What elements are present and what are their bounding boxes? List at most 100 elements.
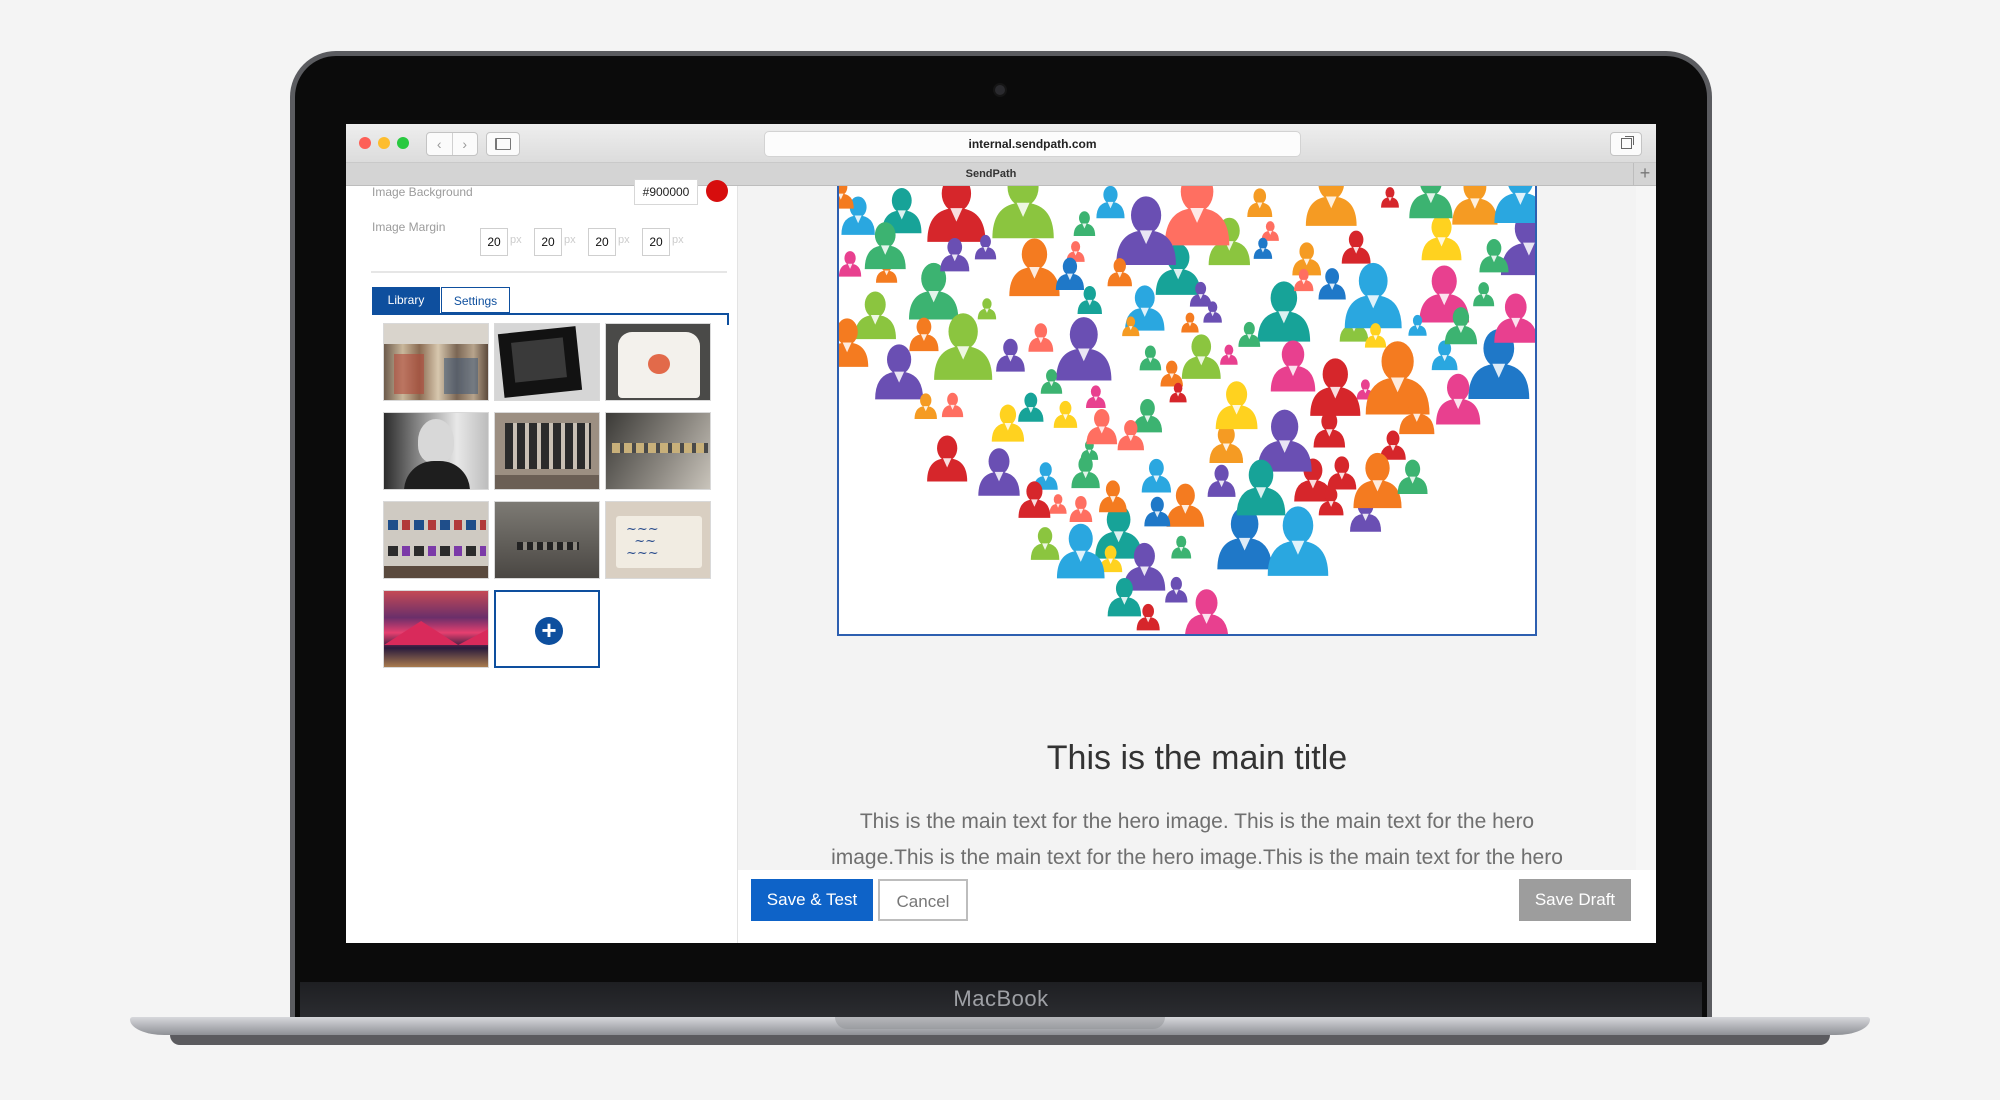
section-divider — [371, 271, 727, 273]
history-nav: ‹ › — [426, 132, 478, 156]
margin-right-input[interactable]: 20 — [534, 228, 562, 256]
library-image[interactable]: ~~~ ~~ ~~~ — [605, 501, 711, 579]
laptop-chin: MacBook — [300, 982, 1702, 1017]
person-icon — [1055, 257, 1085, 290]
person-icon — [940, 237, 970, 272]
main-text[interactable]: This is the main text for the hero image… — [818, 804, 1576, 870]
person-icon — [1397, 459, 1428, 494]
margin-bottom-input[interactable]: 20 — [588, 228, 616, 256]
person-icon — [978, 448, 1020, 496]
person-icon — [1166, 483, 1205, 527]
add-icon: + — [535, 617, 563, 645]
person-icon — [1207, 464, 1236, 497]
person-icon — [1247, 188, 1273, 218]
person-icon — [1344, 262, 1402, 329]
person-icon — [1217, 506, 1272, 570]
hero-image[interactable] — [837, 186, 1537, 636]
library-image[interactable] — [494, 501, 600, 579]
image-margin-label: Image Margin — [372, 220, 446, 234]
image-background-input[interactable]: #900000 — [634, 179, 698, 205]
person-icon — [992, 186, 1054, 239]
person-icon — [1479, 239, 1509, 273]
person-icon — [1473, 282, 1495, 307]
margin-left-unit: px — [672, 234, 684, 246]
person-icon — [1053, 400, 1078, 428]
person-icon — [941, 392, 964, 418]
save-draft-button[interactable]: Save Draft — [1519, 879, 1631, 921]
library-image[interactable] — [494, 412, 600, 490]
person-icon — [1238, 321, 1261, 347]
person-icon — [1181, 334, 1221, 379]
person-icon — [1305, 186, 1357, 226]
color-picker-swatch[interactable] — [706, 180, 728, 202]
tab-border — [727, 313, 729, 325]
library-image[interactable] — [383, 323, 489, 401]
person-icon — [1181, 312, 1199, 333]
person-icon — [1171, 535, 1192, 559]
main-title[interactable]: This is the main title — [738, 739, 1656, 778]
person-icon — [839, 251, 862, 277]
address-bar[interactable]: internal.sendpath.com — [764, 131, 1301, 157]
person-icon — [1313, 411, 1346, 448]
person-icon — [1164, 186, 1230, 246]
person-icon — [1086, 409, 1118, 445]
laptop-shadow — [170, 1035, 1830, 1045]
laptop-notch — [835, 1017, 1165, 1029]
people-illustration — [839, 186, 1535, 634]
person-icon — [1327, 456, 1357, 490]
person-icon — [1009, 238, 1060, 297]
library-image[interactable] — [383, 590, 489, 668]
person-icon — [1220, 344, 1238, 365]
library-image[interactable] — [494, 323, 600, 401]
person-icon — [1310, 358, 1361, 416]
person-icon — [1139, 345, 1162, 371]
person-icon — [1353, 452, 1402, 509]
person-icon — [1431, 340, 1458, 371]
preview-scrollbar[interactable] — [1636, 186, 1656, 870]
image-background-row: Image Background #900000 — [346, 179, 737, 212]
action-bar: Save & Test Cancel Save Draft — [738, 870, 1656, 943]
person-icon — [909, 317, 939, 352]
person-icon — [1267, 506, 1329, 576]
back-arrow-icon[interactable]: ‹ — [427, 133, 452, 155]
new-tab-icon[interactable]: + — [1633, 163, 1656, 185]
person-icon — [1409, 186, 1453, 219]
library-image[interactable] — [605, 323, 711, 401]
margin-left-input[interactable]: 20 — [642, 228, 670, 256]
person-icon — [934, 313, 993, 380]
person-icon — [996, 338, 1025, 372]
person-icon — [1165, 576, 1188, 603]
person-icon — [1494, 186, 1535, 223]
editor-panel: Image Background #900000 Image Margin 20… — [346, 179, 738, 943]
margin-right-unit: px — [564, 234, 576, 246]
margin-top-unit: px — [510, 234, 522, 246]
library-image[interactable] — [605, 412, 711, 490]
person-icon — [1452, 186, 1498, 225]
person-icon — [839, 186, 854, 209]
person-icon — [1185, 589, 1228, 634]
save-test-button[interactable]: Save & Test — [751, 879, 873, 921]
margin-top-input[interactable]: 20 — [480, 228, 508, 256]
tab-settings[interactable]: Settings — [441, 287, 510, 313]
add-image-tile[interactable]: + — [494, 590, 600, 668]
person-icon — [908, 262, 959, 320]
cancel-button[interactable]: Cancel — [878, 879, 968, 921]
person-icon — [1099, 480, 1127, 513]
browser-toolbar: ‹ › internal.sendpath.com — [346, 124, 1656, 163]
library-image[interactable] — [383, 412, 489, 490]
person-icon — [1215, 381, 1258, 430]
person-icon — [854, 291, 896, 340]
person-icon — [1096, 186, 1125, 219]
maximize-window-icon[interactable] — [397, 137, 409, 149]
minimize-window-icon[interactable] — [378, 137, 390, 149]
tab-library[interactable]: Library — [372, 287, 440, 313]
browser-window: ‹ › internal.sendpath.com SendPath + Ima… — [346, 124, 1656, 943]
library-image[interactable] — [383, 501, 489, 579]
close-window-icon[interactable] — [359, 137, 371, 149]
person-icon — [1056, 317, 1112, 381]
forward-arrow-icon[interactable]: › — [451, 133, 478, 155]
person-icon — [1144, 496, 1171, 527]
person-icon — [1381, 187, 1399, 208]
sidebar-toggle-icon[interactable] — [486, 132, 520, 156]
tab-overview-icon[interactable] — [1610, 132, 1642, 156]
